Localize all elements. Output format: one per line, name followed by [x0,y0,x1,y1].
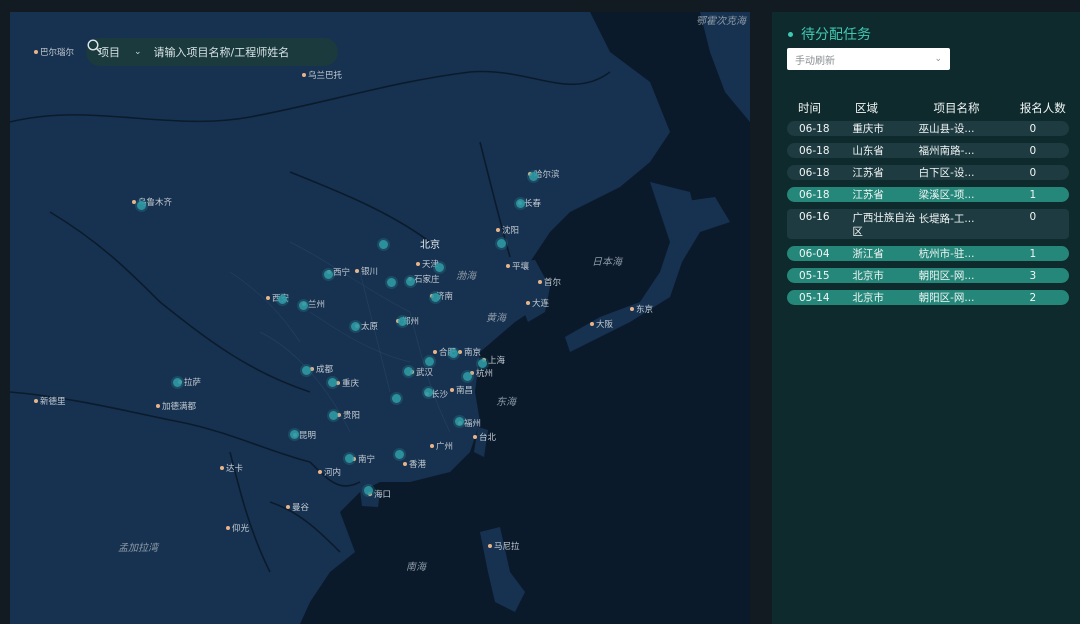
column-header-project: 项目名称 [933,101,980,115]
project-marker[interactable] [364,486,373,495]
chevron-down-icon: ⌄ [134,47,142,57]
project-marker[interactable] [435,263,444,272]
task-count: 0 [1029,122,1037,135]
task-project: 巫山县-设... [918,123,975,135]
project-marker[interactable] [516,199,525,208]
task-row[interactable]: 05-15 北京市 朝阳区-网... 3 [787,268,1069,283]
task-date: 06-18 [799,166,830,179]
project-marker[interactable] [328,378,337,387]
task-count: 2 [1029,291,1037,304]
task-row[interactable]: 06-18 江苏省 梁溪区-项... 1 [787,187,1069,202]
project-marker[interactable] [173,378,182,387]
panel-title: 待分配任务 [788,24,871,44]
project-marker[interactable] [404,367,413,376]
search-type-select[interactable]: 项目 ⌄ [98,44,142,60]
task-table-header: 时间 区域 项目名称 报名人数 [787,100,1073,116]
project-marker[interactable] [424,388,433,397]
column-header-time: 时间 [798,101,821,115]
task-count: 0 [1029,166,1037,179]
task-project: 杭州市-驻... [918,248,975,260]
task-region: 北京市 [852,269,884,282]
task-date: 05-15 [799,269,830,282]
task-date: 05-14 [799,291,830,304]
project-marker[interactable] [137,201,146,210]
column-header-region: 区域 [855,101,879,115]
task-region: 江苏省 [852,166,884,179]
map-geography [10,12,750,624]
task-row[interactable]: 06-18 重庆市 巫山县-设... 0 [787,121,1069,136]
project-marker[interactable] [299,301,308,310]
project-marker[interactable] [431,293,440,302]
task-region: 山东省 [852,144,884,157]
project-marker[interactable] [351,322,360,331]
project-marker[interactable] [302,366,311,375]
project-marker[interactable] [329,411,338,420]
project-marker[interactable] [398,317,407,326]
map-view[interactable]: 巴尔瑙尔 乌兰巴托 乌鲁木齐 北京 天津 石家庄 哈尔滨 长春 沈阳 大连 平壤 首尔 东京 大阪 济南 郑州… [10,12,750,624]
task-project: 梁溪区-项... [918,189,975,201]
task-count: 3 [1029,269,1037,282]
task-row[interactable]: 06-18 江苏省 白下区-设... 0 [787,165,1069,180]
task-region: 北京市 [852,291,884,304]
task-region: 重庆市 [852,122,884,135]
task-row[interactable]: 06-04 浙江省 杭州市-驻... 1 [787,246,1069,261]
project-marker[interactable] [395,450,404,459]
search-bar: 项目 ⌄ [86,38,338,66]
panel-title-text: 待分配任务 [801,27,871,43]
refresh-mode-value: 手动刷新 [795,55,835,67]
task-project: 朝阳区-网... [918,292,975,304]
project-marker[interactable] [379,240,388,249]
task-row[interactable]: 06-18 山东省 福州南路-... 0 [787,143,1069,158]
column-header-count: 报名人数 [1019,101,1066,115]
project-marker[interactable] [345,454,354,463]
project-marker[interactable] [406,277,415,286]
task-project: 朝阳区-网... [918,270,975,282]
project-marker[interactable] [425,357,434,366]
project-marker[interactable] [449,349,458,358]
refresh-mode-select[interactable]: 手动刷新 ⌄ [787,48,950,70]
task-count: 1 [1029,247,1037,260]
task-count: 1 [1029,188,1037,201]
task-panel: 待分配任务 手动刷新 ⌄ 时间 区域 项目名称 报名人数 06-18 重庆市 巫山县… [772,12,1080,624]
project-marker[interactable] [455,417,464,426]
task-count: 0 [1029,211,1037,223]
task-date: 06-04 [799,247,830,260]
title-bullet [788,31,793,37]
project-marker[interactable] [463,372,472,381]
task-date: 06-18 [799,122,830,135]
task-count: 0 [1029,144,1037,157]
search-input[interactable] [153,45,296,59]
project-marker[interactable] [387,278,396,287]
project-marker[interactable] [392,394,401,403]
task-date: 06-18 [799,144,830,157]
project-marker[interactable] [290,430,299,439]
task-region: 广西壮族自治区 [852,212,916,238]
task-date: 06-16 [799,211,830,223]
task-region: 浙江省 [852,247,884,260]
task-date: 06-18 [799,188,830,201]
chevron-down-icon: ⌄ [934,54,942,64]
task-row[interactable]: 05-14 北京市 朝阳区-网... 2 [787,290,1069,305]
task-row[interactable]: 06-16 广西壮族自治区 长堤路-工... 0 [787,209,1069,239]
task-project: 长堤路-工... [918,213,975,225]
project-marker[interactable] [324,270,333,279]
project-marker[interactable] [529,172,538,181]
task-region: 江苏省 [852,188,884,201]
search-icon[interactable] [86,38,102,54]
project-marker[interactable] [497,239,506,248]
task-project: 白下区-设... [918,167,975,179]
project-marker[interactable] [478,359,487,368]
task-project: 福州南路-... [918,145,975,157]
task-list: 06-18 重庆市 巫山县-设... 0 06-18 山东省 福州南路-... 0 06-18 江… [787,121,1069,312]
project-marker[interactable] [278,295,287,304]
